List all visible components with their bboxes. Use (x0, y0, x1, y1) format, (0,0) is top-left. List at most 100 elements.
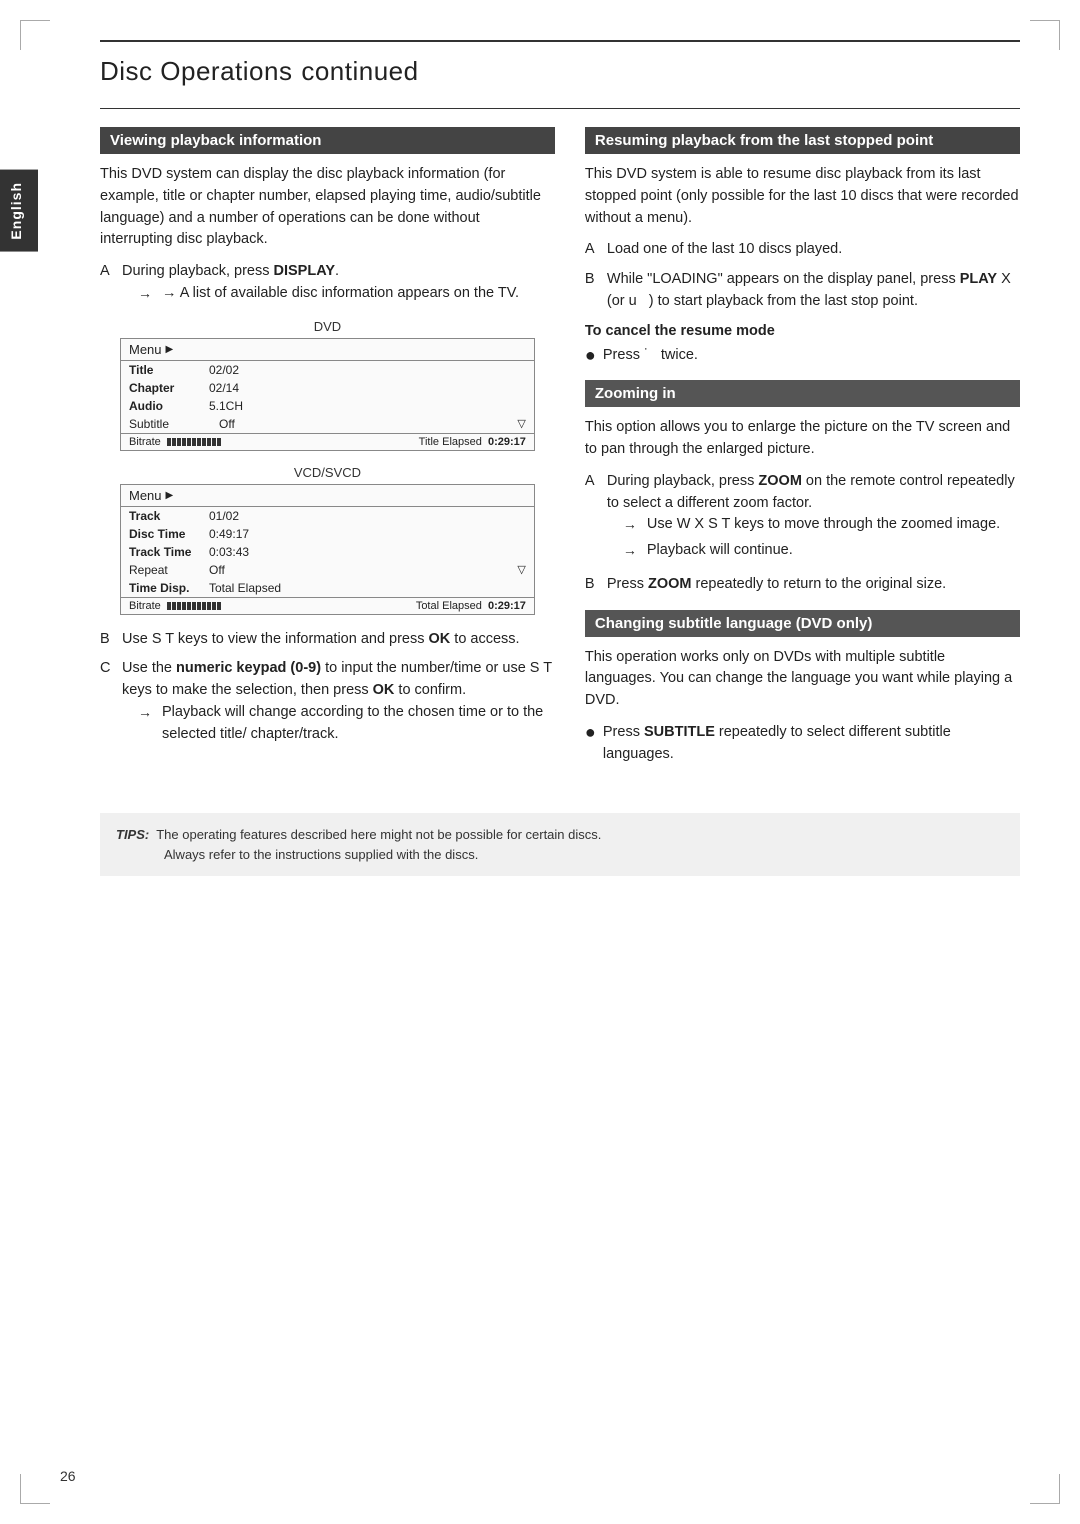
dvd-elapsed: Title Elapsed 0:29:17 (419, 436, 526, 448)
item-c-arrow: → Playback will change according to the … (138, 702, 555, 746)
zooming-letter-a: A (585, 471, 603, 493)
list-letter-a: A (100, 261, 118, 283)
dvd-val-title: 02/02 (209, 363, 526, 377)
vcd-repeat-arrow: ▽ (517, 563, 525, 577)
item-a-text-after: . (335, 263, 339, 279)
list-letter-b: B (100, 629, 118, 651)
vcd-row-tracktime: Track Time 0:03:43 (121, 543, 534, 561)
list-content-a: During playback, press DISPLAY. → → A li… (122, 261, 555, 309)
bitrate-bar-10 (212, 438, 216, 446)
dvd-key-chapter: Chapter (129, 381, 209, 395)
vcd-val-tracktime: 0:03:43 (209, 545, 526, 559)
cancel-bullet-icon: ● (585, 345, 603, 367)
subtitle-bullet-icon: ● (585, 722, 603, 744)
zoom-arrow-text-2: Playback will continue. (647, 540, 793, 562)
page-header: Disc Operations continued (100, 40, 1020, 88)
resuming-content-a: Load one of the last 10 discs played. (607, 239, 1020, 261)
arrow-icon: → (138, 283, 158, 304)
vcd-bitrate-bar-10 (212, 602, 216, 610)
dvd-menu-header: Menu ▶ (121, 339, 534, 361)
vcd-key-timedisp: Time Disp. (129, 581, 209, 595)
list-letter-c: C (100, 658, 118, 680)
resuming-letter-b: B (585, 269, 603, 291)
zooming-arrow-2: → Playback will continue. (623, 540, 1020, 562)
dvd-row-subtitle: Subtitle Off ▽ (121, 415, 534, 433)
list-item-b-keys: B Use S T keys to view the information a… (100, 629, 555, 651)
resuming-item-b: B While "LOADING" appears on the display… (585, 269, 1020, 313)
section-subtitle-intro: This operation works only on DVDs with m… (585, 647, 1020, 712)
dvd-menu-text: Menu (129, 342, 162, 357)
dvd-key-subtitle: Subtitle (129, 417, 209, 431)
dvd-subtitle-arrow: ▽ (517, 417, 525, 431)
vcd-key-track: Track (129, 509, 209, 523)
footer-tips: TIPS: The operating features described h… (100, 813, 1020, 876)
tips-text2: Always refer to the instructions supplie… (116, 847, 478, 862)
header-divider (100, 108, 1020, 109)
vcd-bitrate-bar-3 (177, 602, 181, 610)
bitrate-bar-6 (192, 438, 196, 446)
list-item-c-numeric: C Use the numeric keypad (0-9) to input … (100, 658, 555, 749)
vcd-bitrate-bar-7 (197, 602, 201, 610)
left-column: Viewing playback information This DVD sy… (100, 127, 555, 773)
bitrate-bar-5 (187, 438, 191, 446)
right-column: Resuming playback from the last stopped … (585, 127, 1020, 773)
vcd-bitrate-bar-4 (182, 602, 186, 610)
page-container: English Disc Operations continued Viewin… (0, 0, 1080, 1524)
vcd-bitrate-bar-9 (207, 602, 211, 610)
dvd-val-subtitle: Off (219, 417, 507, 431)
page-title-suffix: continued (301, 56, 418, 86)
zooming-content-b: Press ZOOM repeatedly to return to the o… (607, 574, 1020, 596)
vcd-bitrate-bar-2 (172, 602, 176, 610)
vcd-val-repeat: Off (209, 563, 517, 577)
vcd-bitrate-bar-5 (187, 602, 191, 610)
vcd-bitrate-bars (167, 602, 221, 610)
zooming-item-a: A During playback, press ZOOM on the rem… (585, 471, 1020, 566)
zooming-item-b: B Press ZOOM repeatedly to return to the… (585, 574, 1020, 596)
resuming-item-a: A Load one of the last 10 discs played. (585, 239, 1020, 261)
section-viewing-intro: This DVD system can display the disc pla… (100, 164, 555, 251)
vcd-val-track: 01/02 (209, 509, 526, 523)
bitrate-bar-7 (197, 438, 201, 446)
vcd-row-disctime: Disc Time 0:49:17 (121, 525, 534, 543)
subtitle-bold: SUBTITLE (644, 724, 715, 740)
dvd-key-title: Title (129, 363, 209, 377)
vcd-key-tracktime: Track Time (129, 545, 209, 559)
dvd-val-chapter: 02/14 (209, 381, 526, 395)
subtitle-bullet-item: ● Press SUBTITLE repeatedly to select di… (585, 722, 1020, 766)
resuming-content-b: While "LOADING" appears on the display p… (607, 269, 1020, 313)
dvd-play-icon: ▶ (166, 344, 174, 355)
section-resuming-intro: This DVD system is able to resume disc p… (585, 164, 1020, 229)
vcd-key-disctime: Disc Time (129, 527, 209, 541)
dvd-row-title: Title 02/02 (121, 361, 534, 379)
bitrate-bar-1 (167, 438, 171, 446)
vcd-label: VCD/SVCD (120, 465, 535, 480)
cancel-bullet-content: Press ˙ twice. (603, 345, 1020, 367)
sidebar-english-label: English (0, 170, 38, 252)
vcd-row-track: Track 01/02 (121, 507, 534, 525)
bitrate-bar-3 (177, 438, 181, 446)
dvd-bitrate-label: Bitrate (129, 436, 161, 448)
dvd-row-chapter: Chapter 02/14 (121, 379, 534, 397)
page-title: Disc Operations continued (100, 54, 1020, 88)
item-b-ok-bold: OK (429, 631, 451, 647)
bitrate-bar-9 (207, 438, 211, 446)
zoom-bold-a: ZOOM (758, 473, 802, 489)
tips-text1: The operating features described here mi… (156, 827, 601, 842)
vcd-row-timedisp: Time Disp. Total Elapsed (121, 579, 534, 597)
item-c-bold-numpad: numeric keypad (0-9) (176, 660, 321, 676)
resuming-play-bold: PLAY (960, 271, 997, 287)
subtitle-bullet-content: Press SUBTITLE repeatedly to select diff… (603, 722, 1020, 766)
section-zooming-intro: This option allows you to enlarge the pi… (585, 417, 1020, 461)
vcd-row-repeat: Repeat Off ▽ (121, 561, 534, 579)
dvd-menu-container: DVD Menu ▶ Title 02/02 Chapter 02/14 (120, 319, 535, 451)
item-c-bold-ok: OK (373, 682, 395, 698)
vcd-menu-container: VCD/SVCD Menu ▶ Track 01/02 Disc Time 0:… (120, 465, 535, 615)
list-content-c: Use the numeric keypad (0-9) to input th… (122, 658, 555, 749)
tips-label: TIPS: (116, 827, 149, 842)
zoom-arrow-text-1: Use W X S T keys to move through the zoo… (647, 514, 1000, 536)
dvd-label: DVD (120, 319, 535, 334)
item-a-text-before: During playback, press (122, 263, 274, 279)
section-resuming-header: Resuming playback from the last stopped … (585, 127, 1020, 154)
vcd-row-bitrate: Bitrate (121, 597, 534, 614)
section-zooming-header: Zooming in (585, 380, 1020, 407)
